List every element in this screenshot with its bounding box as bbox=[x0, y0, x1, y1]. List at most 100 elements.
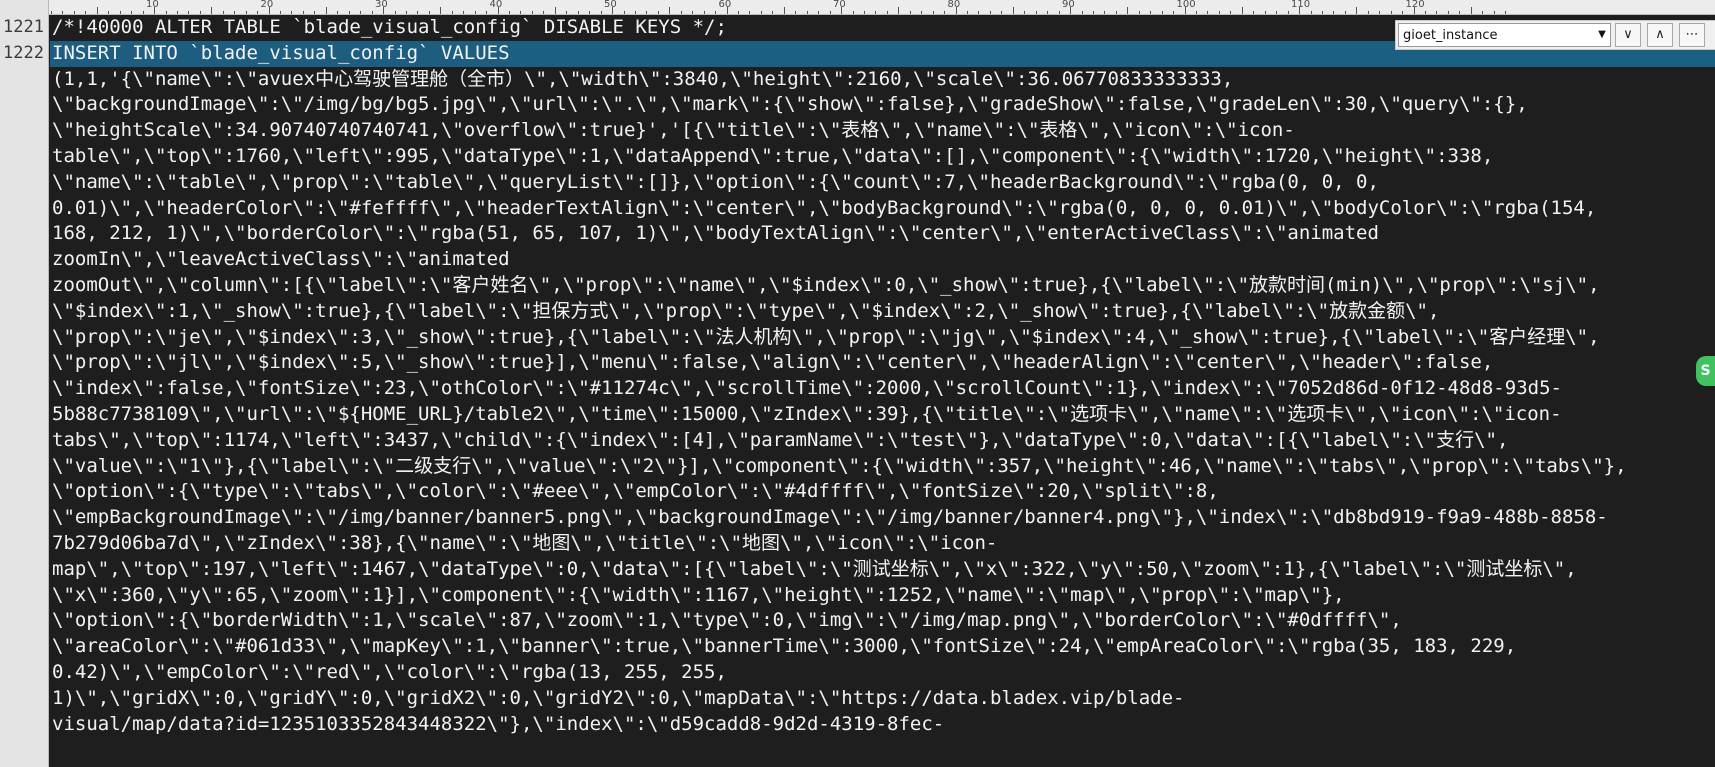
code-line[interactable]: \"$index\":1,\"_show\":true},{\"label\":… bbox=[0, 299, 1715, 325]
code-line[interactable]: \"backgroundImage\":\"/img/bg/bg5.jpg\",… bbox=[0, 92, 1715, 118]
code-line[interactable]: 7b279d06ba7d\",\"zIndex\":38},{\"name\":… bbox=[0, 531, 1715, 557]
line-text[interactable]: 0.01)\",\"headerColor\":\"#feffff\",\"he… bbox=[52, 196, 1596, 222]
ruler-tick bbox=[1047, 11, 1049, 14]
ruler-tick bbox=[1493, 11, 1495, 14]
chevron-down-icon[interactable]: ▼ bbox=[1596, 29, 1608, 41]
ruler-tick bbox=[291, 11, 293, 14]
line-text[interactable]: \"areaColor\":\"#061d33\",\"mapKey\":1,\… bbox=[52, 634, 1516, 660]
line-text[interactable]: /*!40000 ALTER TABLE `blade_visual_confi… bbox=[52, 15, 727, 41]
ruler-tick bbox=[875, 11, 877, 14]
ruler-tick bbox=[703, 11, 705, 14]
ruler-tick bbox=[738, 11, 739, 14]
editor-text-area[interactable]: 1221 /*!40000 ALTER TABLE `blade_visual_c… bbox=[0, 15, 1715, 737]
ruler-label: 90 bbox=[1062, 0, 1075, 10]
ruler-tick bbox=[1459, 11, 1461, 14]
column-ruler: 10 20 30 40 50 60 70 80 90 100 110 120 bbox=[49, 0, 1715, 15]
ruler-tick bbox=[795, 11, 797, 14]
code-line[interactable]: \"value\":\"1\"},{\"label\":\"二级支行\",\"v… bbox=[0, 454, 1715, 480]
ruler-tick bbox=[1241, 7, 1243, 14]
code-line[interactable]: \"index\":false,\"fontSize\":23,\"othCol… bbox=[0, 376, 1715, 402]
ruler-label: 10 bbox=[146, 0, 159, 10]
code-line[interactable]: \"option\":{\"type\":\"tabs\",\"color\":… bbox=[0, 479, 1715, 505]
ruler-tick bbox=[108, 11, 110, 14]
line-text[interactable]: \"heightScale\":34.90740740740741,\"over… bbox=[52, 118, 1295, 144]
ruler-tick bbox=[348, 11, 350, 14]
ruler-label: 20 bbox=[260, 0, 274, 10]
ruler-tick bbox=[257, 11, 259, 14]
ruler-tick bbox=[360, 11, 362, 14]
ruler-tick bbox=[680, 11, 682, 14]
code-line[interactable]: 5b88c7738109\",\"url\":\"${HOME_URL}/tab… bbox=[0, 402, 1715, 428]
line-text[interactable]: 168, 212, 1)\",\"borderColor\":\"rgba(51… bbox=[52, 221, 1379, 247]
ruler-tick bbox=[1287, 11, 1289, 14]
line-text[interactable]: 5b88c7738109\",\"url\":\"${HOME_URL}/tab… bbox=[52, 402, 1562, 428]
ruler-tick bbox=[577, 11, 579, 14]
line-number: 1222 bbox=[3, 42, 44, 63]
code-line[interactable]: \"name\":\"table\",\"prop\":\"table\",\"… bbox=[0, 170, 1715, 196]
line-text[interactable]: \"prop\":\"je\",\"$index\":3,\"_show\":t… bbox=[52, 325, 1600, 351]
line-text[interactable]: visual/map/data?id=1235103352843448322\"… bbox=[52, 712, 944, 738]
line-text[interactable]: \"prop\":\"jl\",\"$index\":5,\"_show\":t… bbox=[52, 350, 1493, 376]
code-line[interactable]: table\",\"top\":1760,\"left\":995,\"data… bbox=[0, 144, 1715, 170]
line-text[interactable]: \"option\":{\"type\":\"tabs\",\"color\":… bbox=[52, 479, 1219, 505]
ruler-tick bbox=[623, 11, 625, 14]
ruler-tick bbox=[131, 11, 133, 14]
line-text[interactable]: (1,1,'{\"name\":\"avuex中心驾驶管理舱（全市）\",\"w… bbox=[52, 67, 1233, 93]
code-line[interactable]: zoomIn\",\"leaveActiveClass\":\"animated bbox=[0, 247, 1715, 273]
code-line[interactable]: 168, 212, 1)\",\"borderColor\":\"rgba(51… bbox=[0, 221, 1715, 247]
line-text[interactable]: map\",\"top\":197,\"left\":1467,\"dataTy… bbox=[52, 557, 1577, 583]
ruler-tick bbox=[520, 11, 522, 14]
find-input[interactable] bbox=[1403, 27, 1583, 43]
code-line[interactable]: \"areaColor\":\"#061d33\",\"mapKey\":1,\… bbox=[0, 634, 1715, 660]
line-text[interactable]: \"x\":360,\"y\":65,\"zoom\":1}],\"compon… bbox=[52, 583, 1345, 609]
find-options-button[interactable]: ⋯ bbox=[1679, 23, 1705, 47]
ruler-tick bbox=[863, 11, 865, 14]
ruler-tick bbox=[165, 11, 167, 14]
find-next-button[interactable]: ∨ bbox=[1615, 23, 1641, 47]
code-line[interactable]: \"empBackgroundImage\":\"/img/banner/ban… bbox=[0, 505, 1715, 531]
code-line[interactable]: visual/map/data?id=1235103352843448322\"… bbox=[0, 712, 1715, 738]
line-text[interactable]: zoomIn\",\"leaveActiveClass\":\"animated bbox=[52, 247, 510, 273]
code-line[interactable]: \"heightScale\":34.90740740740741,\"over… bbox=[0, 118, 1715, 144]
code-line[interactable]: zoomOut\",\"column\":[{\"label\":\"客户姓名\… bbox=[0, 273, 1715, 299]
ruler-tick bbox=[760, 11, 762, 14]
line-text[interactable]: \"value\":\"1\"},{\"label\":\"二级支行\",\"v… bbox=[52, 454, 1627, 480]
find-previous-button[interactable]: ∧ bbox=[1647, 23, 1673, 47]
code-line[interactable]: \"prop\":\"jl\",\"$index\":5,\"_show\":t… bbox=[0, 350, 1715, 376]
line-text[interactable]: \"$index\":1,\"_show\":true},{\"label\":… bbox=[52, 299, 1439, 325]
ruler-tick bbox=[692, 11, 694, 14]
app-badge-icon[interactable]: S bbox=[1696, 356, 1715, 386]
line-text[interactable]: \"backgroundImage\":\"/img/bg/bg5.jpg\",… bbox=[52, 92, 1528, 118]
line-text[interactable]: INSERT INTO `blade_visual_config` VALUES bbox=[52, 40, 510, 67]
line-text[interactable]: \"empBackgroundImage\":\"/img/banner/ban… bbox=[52, 505, 1608, 531]
chevron-down-icon: ∨ bbox=[1623, 27, 1633, 42]
line-text[interactable]: table\",\"top\":1760,\"left\":995,\"data… bbox=[52, 144, 1493, 170]
line-text[interactable]: zoomOut\",\"column\":[{\"label\":\"客户姓名\… bbox=[52, 273, 1600, 299]
ruler-tick bbox=[1173, 11, 1175, 14]
code-editor[interactable]: 10 20 30 40 50 60 70 80 90 100 110 120 1221 /*!40000… bbox=[0, 0, 1715, 767]
line-text[interactable]: \"option\":{\"borderWidth\":1,\"scale\":… bbox=[52, 608, 1402, 634]
line-text[interactable]: 1)\",\"gridX\":0,\"gridY\":0,\"gridX2\":… bbox=[52, 686, 1184, 712]
line-text[interactable]: \"index\":false,\"fontSize\":23,\"othCol… bbox=[52, 376, 1562, 402]
ruler-tick bbox=[1264, 11, 1266, 14]
code-line[interactable]: \"x\":360,\"y\":65,\"zoom\":1}],\"compon… bbox=[0, 583, 1715, 609]
code-line[interactable]: \"option\":{\"borderWidth\":1,\"scale\":… bbox=[0, 608, 1715, 634]
line-text[interactable]: 0.42)\",\"empColor\":\"red\",\"color\":\… bbox=[52, 660, 727, 686]
ruler-tick bbox=[600, 11, 602, 14]
ruler-tick bbox=[188, 11, 190, 14]
chevron-up-icon: ∧ bbox=[1655, 27, 1665, 42]
code-line[interactable]: tabs\",\"top\":1174,\"left\":3437,\"chil… bbox=[0, 428, 1715, 454]
code-line[interactable]: 1)\",\"gridX\":0,\"gridY\":0,\"gridX2\":… bbox=[0, 686, 1715, 712]
code-line[interactable]: 0.42)\",\"empColor\":\"red\",\"color\":\… bbox=[0, 660, 1715, 686]
code-line[interactable]: 0.01)\",\"headerColor\":\"#feffff\",\"he… bbox=[0, 196, 1715, 222]
line-text[interactable]: tabs\",\"top\":1174,\"left\":3437,\"chil… bbox=[52, 428, 1508, 454]
find-combobox[interactable]: ▼ bbox=[1398, 23, 1611, 47]
code-line[interactable]: \"prop\":\"je\",\"$index\":3,\"_show\":t… bbox=[0, 325, 1715, 351]
ruler-tick bbox=[417, 11, 419, 14]
code-line[interactable]: map\",\"top\":197,\"left\":1467,\"dataTy… bbox=[0, 557, 1715, 583]
ruler-tick bbox=[886, 11, 888, 14]
code-line[interactable]: (1,1,'{\"name\":\"avuex中心驾驶管理舱（全市）\",\"w… bbox=[0, 67, 1715, 93]
ruler-tick bbox=[119, 11, 121, 14]
line-text[interactable]: \"name\":\"table\",\"prop\":\"table\",\"… bbox=[52, 170, 1379, 196]
line-text[interactable]: 7b279d06ba7d\",\"zIndex\":38},{\"name\":… bbox=[52, 531, 997, 557]
